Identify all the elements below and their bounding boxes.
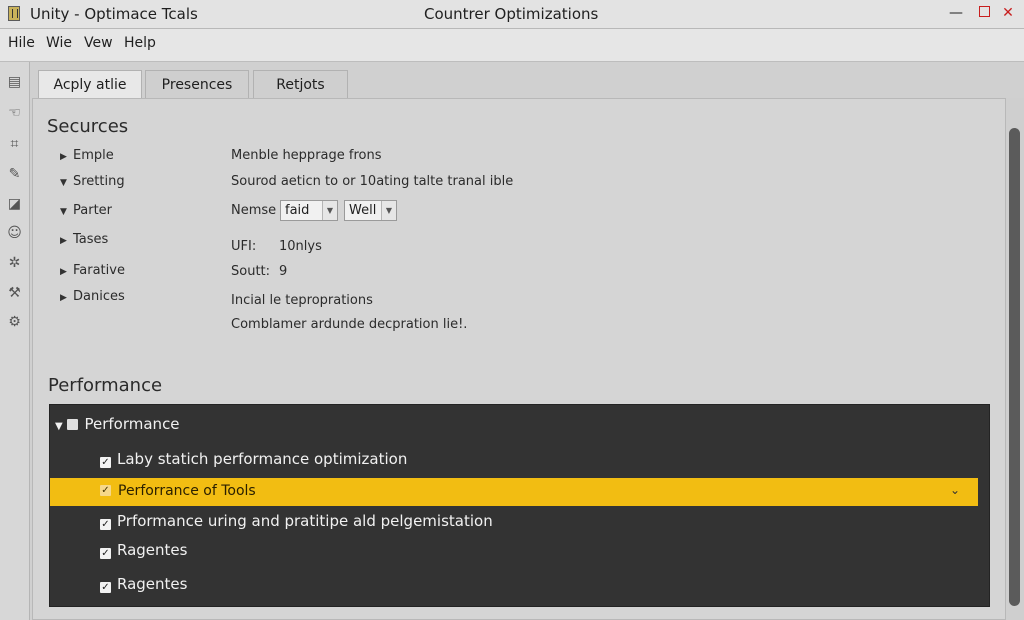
tab-presences[interactable]: Presences	[145, 70, 249, 99]
tree-item-emple[interactable]: ▶ Emple	[60, 148, 114, 163]
chevron-down-icon: ▼	[322, 201, 337, 220]
menu-edit[interactable]: Wie	[46, 35, 72, 51]
performance-section-title: Performance	[48, 375, 163, 396]
checkbox-checked[interactable]: ✓	[100, 582, 111, 593]
ufi-label: UFI:	[231, 239, 257, 254]
collapse-arrow-icon: ▼	[60, 178, 67, 188]
layers-icon[interactable]: ▤	[6, 74, 23, 91]
left-toolbar: ▤ ☜ ⌗ ✎ ◪ ☺ ✲ ⚒ ⚙	[0, 62, 30, 620]
window-title: Countrer Optimizations	[424, 5, 599, 23]
perf-option-row[interactable]: ✓ Laby statich performance optimization	[100, 450, 407, 468]
selected-perf-option-row[interactable]: ✓ Perforrance of Tools ⌄	[50, 478, 978, 506]
well-dropdown[interactable]: Well ▼	[344, 200, 397, 221]
expand-arrow-icon: ▶	[60, 293, 67, 303]
gear-icon[interactable]: ✲	[6, 255, 23, 272]
faid-dropdown[interactable]: faid ▼	[280, 200, 338, 221]
checkbox-checked[interactable]: ✓	[100, 457, 111, 468]
hand-icon[interactable]: ☜	[6, 105, 23, 122]
perf-option-row[interactable]: ✓ Ragentes	[100, 541, 187, 559]
pencil-icon[interactable]: ✎	[6, 166, 23, 183]
prop-line-3: Incial le teproprations	[231, 293, 373, 308]
checkbox-checked[interactable]: ✓	[100, 519, 111, 530]
tab-apply[interactable]: Acply atlie	[38, 70, 142, 100]
performance-group[interactable]: ▼ Performance	[55, 415, 180, 433]
vertical-scrollbar[interactable]	[1006, 98, 1024, 620]
tree-item-sretting[interactable]: ▼ Sretting	[60, 174, 125, 189]
expand-arrow-icon: ▶	[60, 267, 67, 277]
minimize-button[interactable]: —	[946, 3, 966, 23]
chevron-down-icon[interactable]: ⌄	[950, 483, 960, 497]
prop-line-4: Comblamer ardunde decpration lie!.	[231, 317, 468, 332]
group-checkbox[interactable]	[67, 419, 79, 430]
tree-item-danices[interactable]: ▶ Danices	[60, 289, 125, 304]
menu-view[interactable]: Vew	[84, 35, 113, 51]
maximize-button[interactable]	[974, 3, 994, 23]
expand-arrow-icon: ▶	[60, 152, 67, 162]
collapse-arrow-icon: ▼	[55, 421, 63, 432]
terminal-icon[interactable]: ◪	[6, 196, 23, 213]
sout-value: 9	[279, 264, 288, 279]
collapse-arrow-icon: ▼	[60, 207, 67, 217]
securces-title: Securces	[47, 116, 129, 137]
perf-option-row[interactable]: ✓ Prformance uring and pratitipe ald pelg…	[100, 512, 493, 530]
wrench-icon[interactable]: ⚒	[6, 285, 23, 302]
tree-item-tases[interactable]: ▶ Tases	[60, 232, 108, 247]
smile-icon[interactable]: ☺	[6, 225, 23, 242]
settings-icon[interactable]: ⚙	[6, 314, 23, 331]
scrollbar-thumb[interactable]	[1009, 128, 1020, 606]
checkbox-checked[interactable]: ✓	[100, 485, 111, 496]
expand-arrow-icon: ▶	[60, 236, 67, 246]
menu-file[interactable]: Hile	[8, 35, 35, 51]
maximize-icon	[978, 6, 990, 17]
ufi-value: 10nlys	[279, 239, 322, 254]
menu-bar: Hile Wie Vew Help	[0, 29, 1024, 62]
app-title: Unity - Optimace Tcals	[30, 5, 198, 23]
checkbox-checked[interactable]: ✓	[100, 548, 111, 559]
nemse-label: Nemse	[231, 203, 277, 218]
close-button[interactable]: ✕	[998, 3, 1018, 23]
tree-item-parter[interactable]: ▼ Parter	[60, 203, 112, 218]
perf-option-row[interactable]: ✓ Ragentes	[100, 575, 187, 593]
menu-help[interactable]: Help	[124, 35, 156, 51]
prop-line-2: Sourod aeticn to or 10ating talte tranal…	[231, 174, 514, 189]
tab-retjots[interactable]: Retjots	[253, 70, 348, 99]
chevron-down-icon: ▼	[381, 201, 396, 220]
tag-icon[interactable]: ⌗	[6, 136, 23, 153]
sout-label: Soutt:	[231, 264, 271, 279]
prop-line-1: Menble hepprage frons	[231, 148, 382, 163]
title-bar: Unity - Optimace Tcals Countrer Optimiza…	[0, 0, 1024, 29]
unity-app-icon	[8, 6, 20, 21]
tree-item-farative[interactable]: ▶ Farative	[60, 263, 125, 278]
